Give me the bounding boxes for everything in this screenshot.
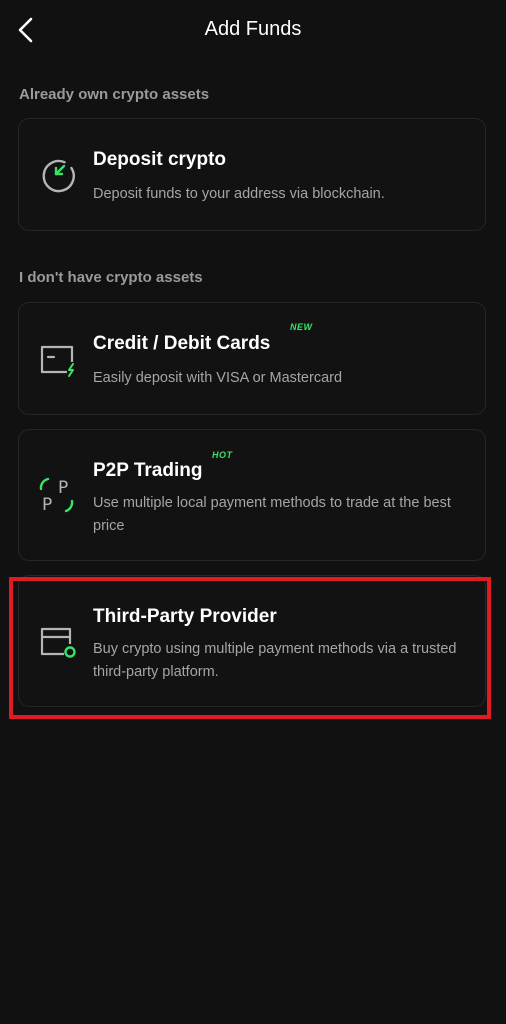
p2p-trading-description: Use multiple local payment methods to tr… [93,495,451,534]
page-title: Add Funds [204,18,302,40]
third-party-description: Buy crypto using multiple payment method… [93,641,457,680]
deposit-crypto-card[interactable]: Deposit crypto Deposit funds to your add… [18,118,486,231]
hot-badge: HOT [212,450,233,460]
new-badge: NEW [290,322,313,332]
p2p-trading-title: P2P Trading [93,460,203,481]
p2p-icon: P P [38,476,76,515]
credit-debit-title: Credit / Debit Cards [93,333,271,354]
deposit-icon [38,155,76,193]
header: Add Funds [0,0,506,62]
add-funds-screen: Add Funds Already own crypto assets Depo… [0,0,506,1024]
section-label-no-crypto: I don't have crypto assets [19,269,203,286]
section-label-own-crypto: Already own crypto assets [19,86,210,103]
third-party-title: Third-Party Provider [93,606,277,627]
svg-text:P: P [58,478,68,498]
card-icon [38,340,76,378]
p2p-trading-card[interactable]: P P P2P Trading HOT Use multiple local p… [18,429,486,561]
credit-debit-card-option[interactable]: Credit / Debit Cards NEW Easily deposit … [18,302,486,415]
deposit-crypto-description: Deposit funds to your address via blockc… [93,186,385,202]
third-party-provider-card[interactable]: Third-Party Provider Buy crypto using mu… [18,575,486,707]
credit-debit-description: Easily deposit with VISA or Mastercard [93,370,343,386]
svg-text:P: P [42,495,52,514]
deposit-crypto-title: Deposit crypto [93,149,227,170]
third-party-icon [38,623,76,661]
